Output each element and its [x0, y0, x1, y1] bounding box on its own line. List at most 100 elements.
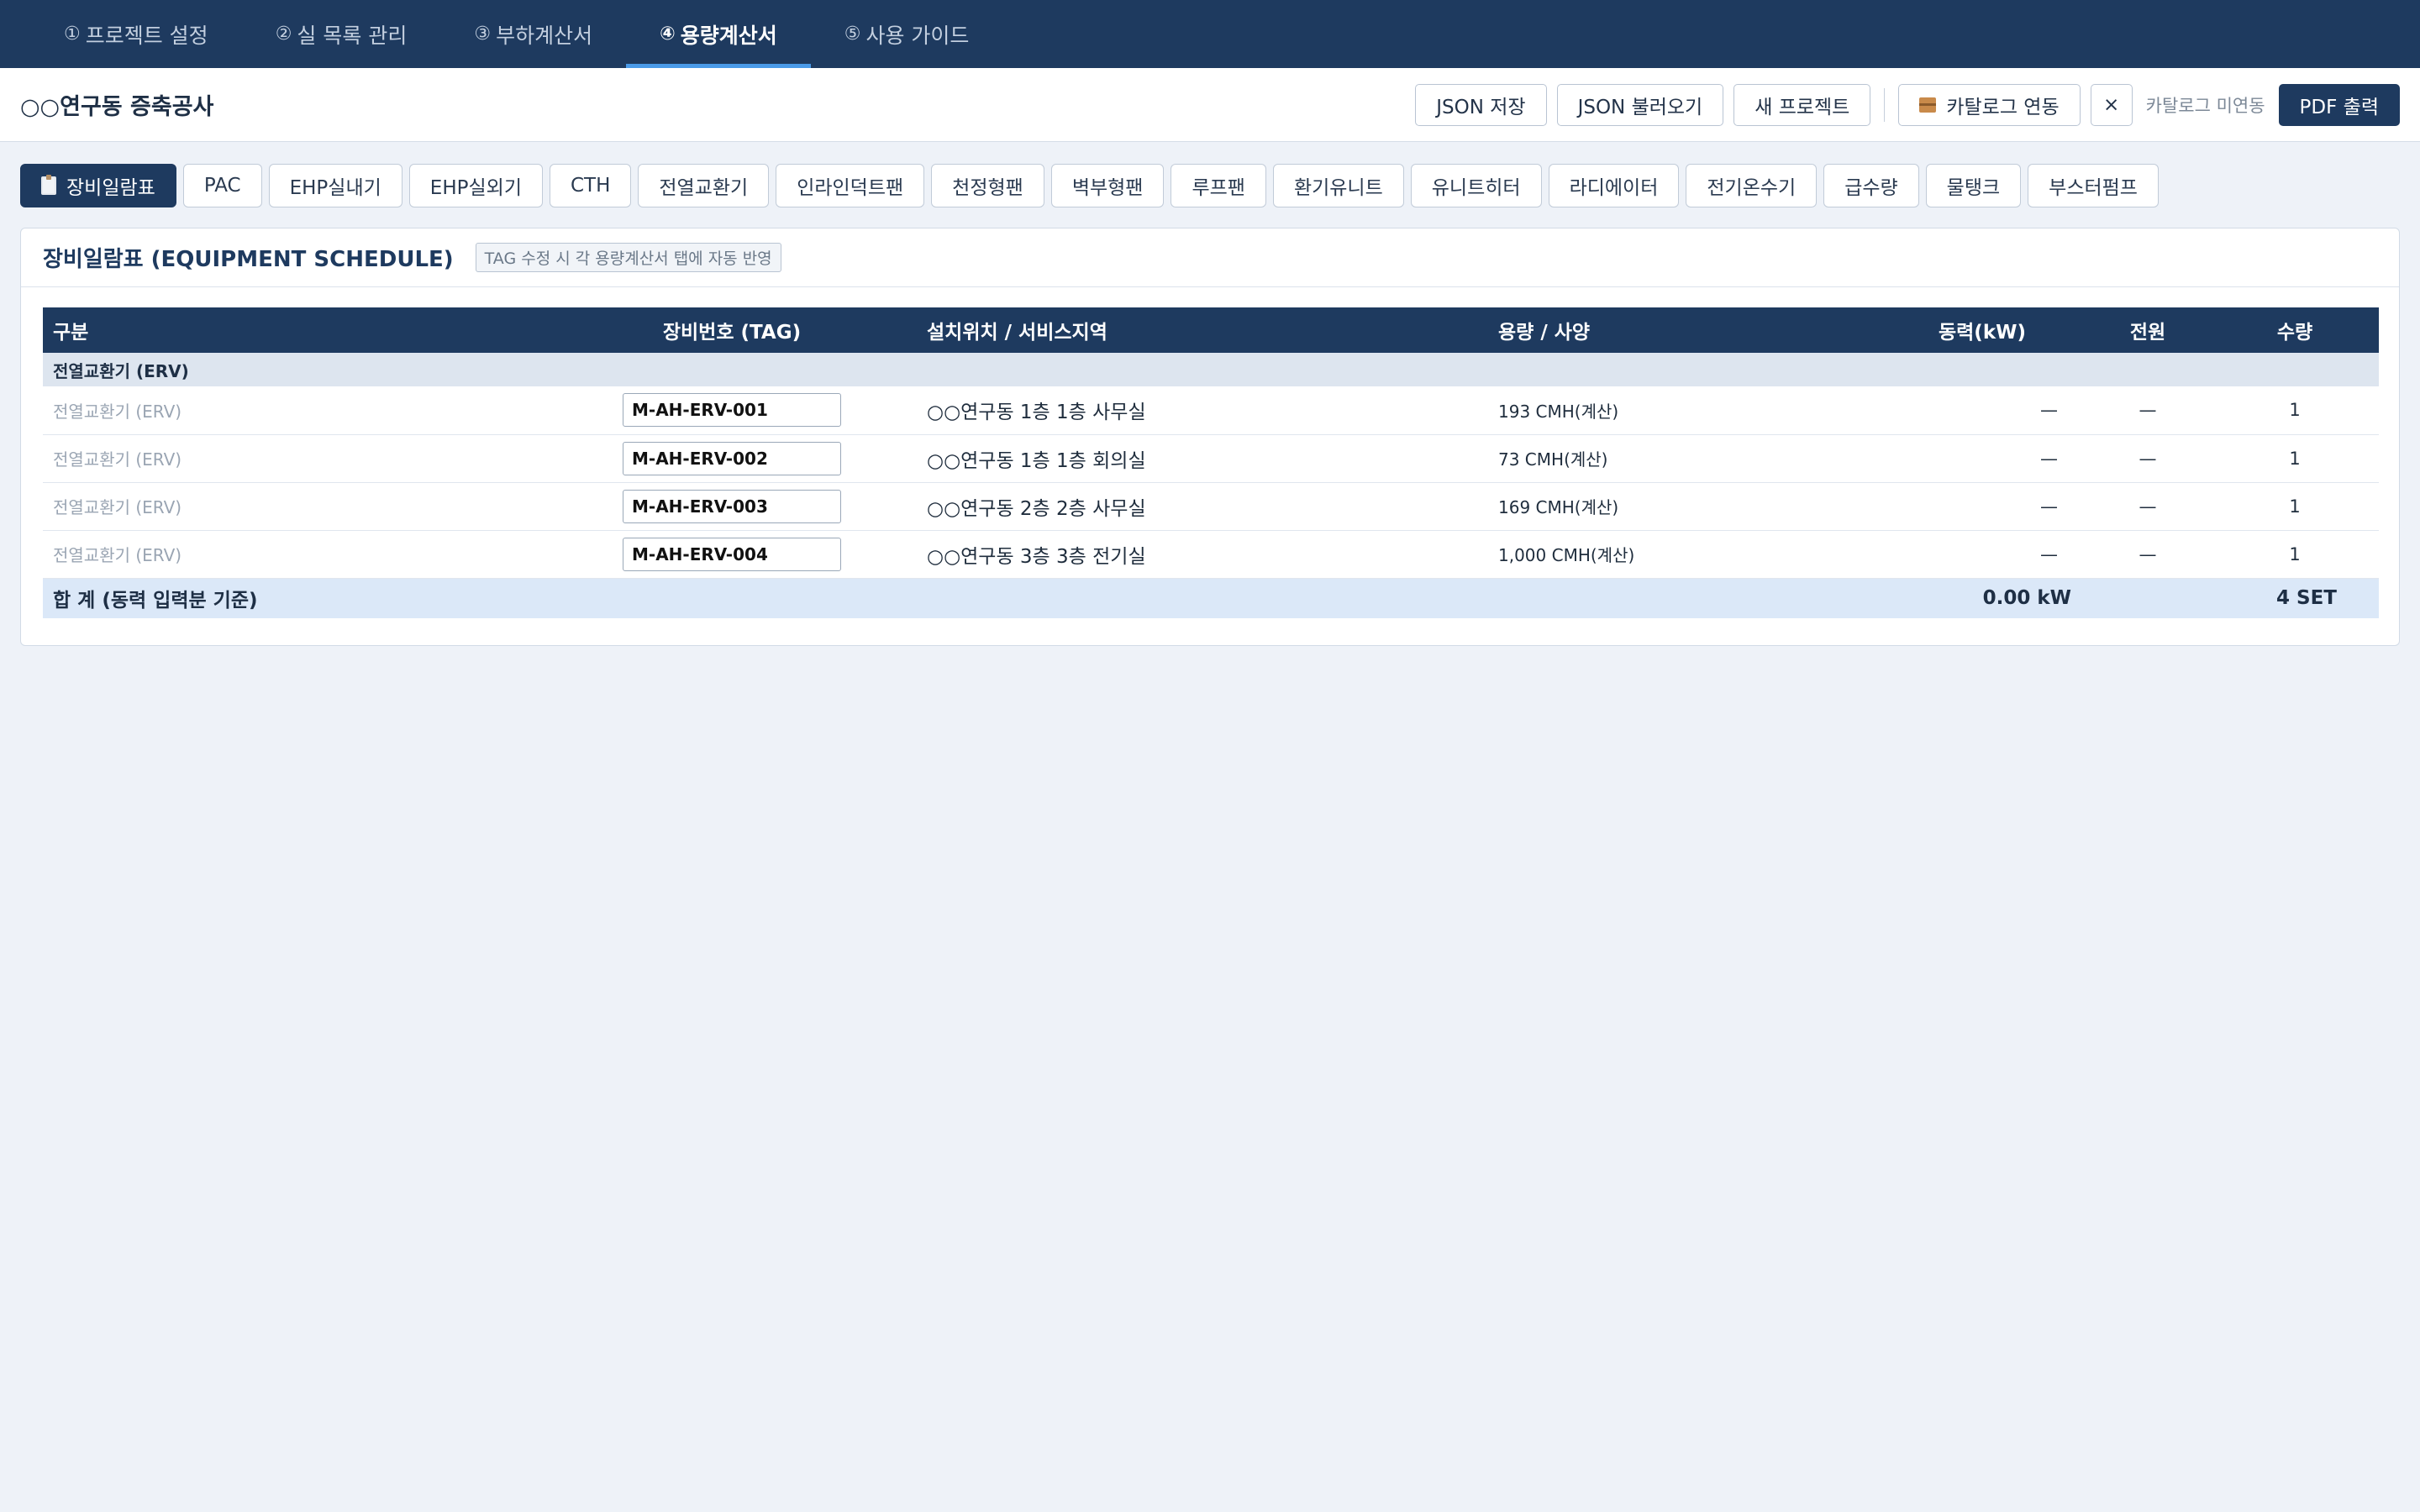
- tag-input[interactable]: [623, 537, 841, 571]
- eqtab-roof-fan[interactable]: 루프팬: [1171, 164, 1266, 207]
- table-row: 전열교환기 (ERV) ○○연구동 2층 2층 사무실 169 CMH(계산) …: [43, 482, 2379, 531]
- col-location: 설치위치 / 서비스지역: [917, 307, 1488, 353]
- project-title: ○○연구동 증축공사: [20, 94, 214, 120]
- tab-number: ③: [474, 24, 492, 45]
- close-icon: ×: [2102, 93, 2120, 116]
- col-qty: 수량: [2211, 307, 2379, 353]
- table-row: 전열교환기 (ERV) ○○연구동 1층 1층 회의실 73 CMH(계산) —…: [43, 434, 2379, 483]
- row-location: ○○연구동 3층 3층 전기실: [917, 530, 1488, 579]
- total-spacer: [2085, 578, 2211, 618]
- col-capacity: 용량 / 사양: [1488, 307, 1875, 353]
- row-category: 전열교환기 (ERV): [43, 482, 547, 531]
- tab-capacity-calc[interactable]: ④ 용량계산서: [626, 0, 811, 68]
- row-location: ○○연구동 2층 2층 사무실: [917, 482, 1488, 531]
- header-actions: JSON 저장 JSON 불러오기 새 프로젝트 카탈로그 연동 × 카탈로그 …: [1415, 83, 2400, 126]
- equipment-schedule-table: 구분 장비번호 (TAG) 설치위치 / 서비스지역 용량 / 사양 동력(kW…: [43, 307, 2379, 618]
- tab-label: 사용 가이드: [865, 23, 970, 48]
- row-supply: —: [2085, 530, 2211, 579]
- col-tag: 장비번호 (TAG): [547, 307, 917, 353]
- eqtab-ehp-indoor[interactable]: EHP실내기: [268, 164, 402, 207]
- row-capacity: 1,000 CMH(계산): [1488, 530, 1875, 579]
- row-category: 전열교환기 (ERV): [43, 530, 547, 579]
- eqtab-radiator[interactable]: 라디에이터: [1548, 164, 1680, 207]
- header-divider: [1884, 87, 1886, 122]
- eqtab-cth[interactable]: CTH: [549, 164, 632, 207]
- eqtab-water-tank[interactable]: 물탱크: [1925, 164, 2022, 207]
- tab-label: 프로젝트 설정: [85, 23, 208, 48]
- eqtab-electric-water-heater[interactable]: 전기온수기: [1686, 164, 1818, 207]
- eqtab-erv[interactable]: 전열교환기: [638, 164, 770, 207]
- tab-label: 실 목록 관리: [297, 23, 408, 48]
- json-load-button[interactable]: JSON 불러오기: [1556, 83, 1724, 126]
- row-qty: 1: [2211, 386, 2379, 435]
- row-location: ○○연구동 1층 1층 사무실: [917, 386, 1488, 435]
- catalog-status: 카탈로그 미연동: [2145, 95, 2265, 116]
- tab-room-list[interactable]: ②실 목록 관리: [242, 0, 441, 68]
- row-qty: 1: [2211, 434, 2379, 483]
- tab-number: ①: [64, 24, 81, 45]
- eqtab-water-supply[interactable]: 급수량: [1823, 164, 1919, 207]
- row-qty: 1: [2211, 530, 2379, 579]
- total-row: 합 계 (동력 입력분 기준) 0.00 kW 4 SET: [43, 578, 2379, 618]
- tab-user-guide[interactable]: ⑤ 사용 가이드: [811, 0, 1003, 68]
- schedule-panel: 장비일람표 (EQUIPMENT SCHEDULE) TAG 수정 시 각 용량…: [20, 228, 2400, 646]
- row-tag-cell: [547, 434, 917, 483]
- tag-input[interactable]: [623, 489, 841, 523]
- tag-input[interactable]: [623, 441, 841, 475]
- row-category: 전열교환기 (ERV): [43, 386, 547, 435]
- tag-input[interactable]: [623, 393, 841, 428]
- panel-title: 장비일람표 (EQUIPMENT SCHEDULE): [43, 247, 454, 272]
- tab-number: ④: [660, 24, 676, 45]
- row-power: —: [1875, 434, 2085, 483]
- tab-label: 용량계산서: [680, 23, 777, 48]
- package-icon: [1919, 97, 1937, 113]
- main-nav: ① 프로젝트 설정 ②실 목록 관리 ③ 부하계산서 ④ 용량계산서 ⑤ 사용 가이드: [0, 0, 2420, 68]
- eqtab-ventilation-unit[interactable]: 환기유니트: [1272, 164, 1404, 207]
- project-header: ○○연구동 증축공사 JSON 저장 JSON 불러오기 새 프로젝트 카탈로그…: [0, 68, 2420, 142]
- json-save-button[interactable]: JSON 저장: [1415, 83, 1547, 126]
- tab-project-settings[interactable]: ① 프로젝트 설정: [30, 0, 242, 68]
- eqtab-schedule[interactable]: 장비일람표: [20, 164, 176, 207]
- row-tag-cell: [547, 482, 917, 531]
- catalog-link-label: 카탈로그 연동: [1946, 96, 2060, 118]
- row-capacity: 73 CMH(계산): [1488, 434, 1875, 483]
- eqtab-booster-pump[interactable]: 부스터펌프: [2028, 164, 2159, 207]
- tab-load-calc[interactable]: ③ 부하계산서: [440, 0, 626, 68]
- pdf-export-button[interactable]: PDF 출력: [2278, 83, 2400, 126]
- row-capacity: 169 CMH(계산): [1488, 482, 1875, 531]
- row-power: —: [1875, 482, 2085, 531]
- catalog-link-button[interactable]: 카탈로그 연동: [1898, 83, 2081, 126]
- row-supply: —: [2085, 482, 2211, 531]
- close-catalog-button[interactable]: ×: [2090, 83, 2133, 126]
- col-power: 동력(kW): [1875, 307, 2085, 353]
- row-capacity: 193 CMH(계산): [1488, 386, 1875, 435]
- row-qty: 1: [2211, 482, 2379, 531]
- col-category: 구분: [43, 307, 547, 353]
- row-power: —: [1875, 530, 2085, 579]
- group-row: 전열교환기 (ERV): [43, 353, 2379, 386]
- equipment-tabs: 장비일람표 PAC EHP실내기 EHP실외기 CTH 전열교환기 인라인덕트팬…: [0, 142, 2420, 207]
- eqtab-ceiling-fan[interactable]: 천정형팬: [931, 164, 1044, 207]
- tab-number: ②: [275, 24, 292, 45]
- clipboard-icon: [41, 175, 56, 195]
- eqtab-pac[interactable]: PAC: [182, 164, 262, 207]
- eqtab-wall-fan[interactable]: 벽부형팬: [1050, 164, 1165, 207]
- total-qty: 4 SET: [2211, 578, 2379, 618]
- row-supply: —: [2085, 434, 2211, 483]
- col-supply: 전원: [2085, 307, 2211, 353]
- eqtab-inline-duct-fan[interactable]: 인라인덕트팬: [776, 164, 925, 207]
- table-row: 전열교환기 (ERV) ○○연구동 3층 3층 전기실 1,000 CMH(계산…: [43, 530, 2379, 579]
- row-location: ○○연구동 1층 1층 회의실: [917, 434, 1488, 483]
- tab-number: ⑤: [844, 24, 861, 45]
- row-power: —: [1875, 386, 2085, 435]
- total-power: 0.00 kW: [1875, 578, 2085, 618]
- row-category: 전열교환기 (ERV): [43, 434, 547, 483]
- new-project-button[interactable]: 새 프로젝트: [1733, 83, 1871, 126]
- table-header-row: 구분 장비번호 (TAG) 설치위치 / 서비스지역 용량 / 사양 동력(kW…: [43, 307, 2379, 353]
- eqtab-unit-heater[interactable]: 유니트히터: [1410, 164, 1542, 207]
- panel-header: 장비일람표 (EQUIPMENT SCHEDULE) TAG 수정 시 각 용량…: [21, 228, 2399, 287]
- eqtab-ehp-outdoor[interactable]: EHP실외기: [408, 164, 543, 207]
- panel-note-badge: TAG 수정 시 각 용량계산서 탭에 자동 반영: [475, 243, 781, 272]
- tab-label: 부하계산서: [496, 23, 593, 48]
- group-label: 전열교환기 (ERV): [43, 353, 2379, 386]
